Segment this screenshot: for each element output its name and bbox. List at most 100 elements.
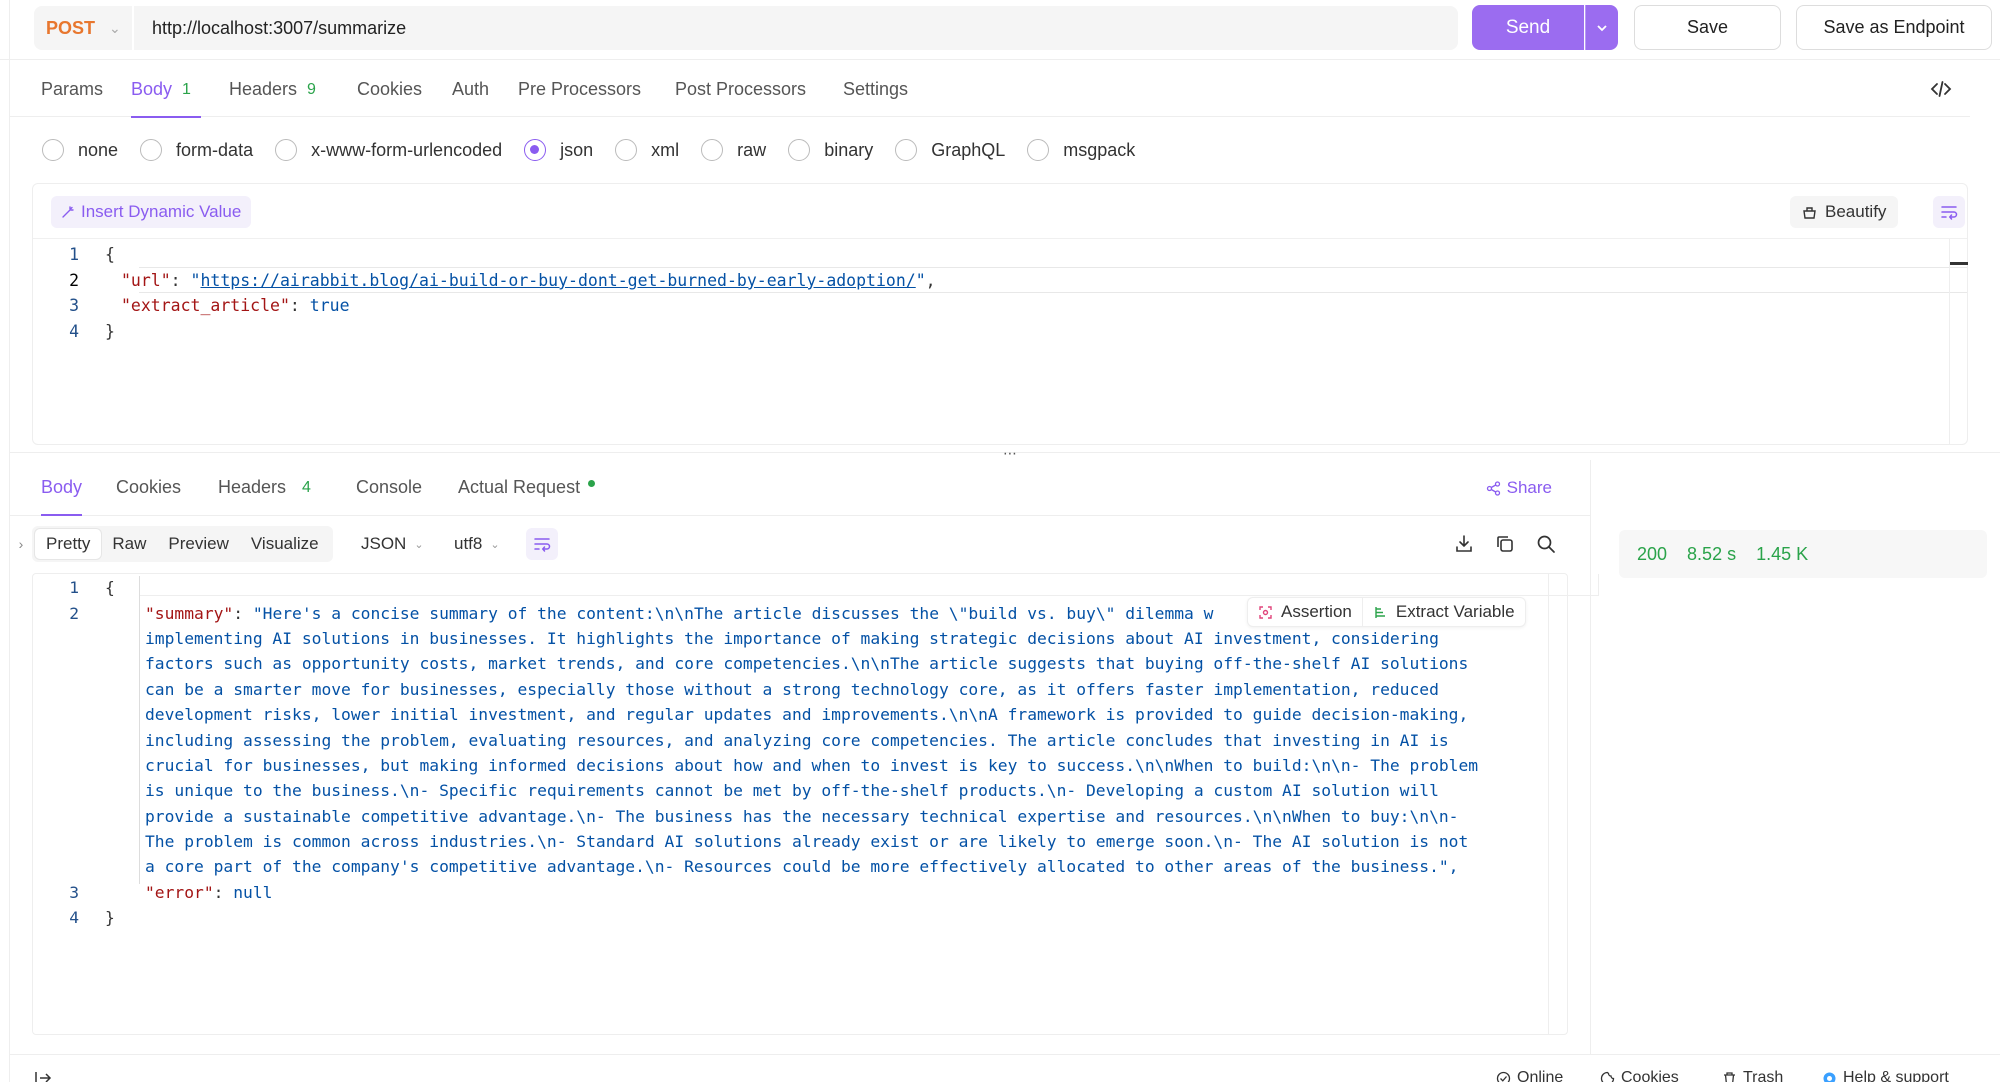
- view-visualize[interactable]: Visualize: [240, 529, 330, 559]
- code-line-wrap: The problem is common across industries.…: [33, 829, 1533, 854]
- tab-pre-processors[interactable]: Pre Processors: [518, 62, 641, 117]
- url-link[interactable]: https://airabbit.blog/ai-build-or-buy-do…: [200, 271, 915, 290]
- json-quote: ": [915, 270, 926, 290]
- radio-raw[interactable]: raw: [701, 139, 766, 161]
- copy-icon[interactable]: [1494, 533, 1516, 555]
- response-wrap-toggle[interactable]: [526, 528, 558, 560]
- tab-label: Headers: [218, 477, 287, 497]
- radio-icon: [895, 139, 918, 161]
- radio-x-www-form-urlencoded[interactable]: x-www-form-urlencoded: [275, 139, 502, 161]
- code-line-wrap: provide a sustainable competitive advant…: [33, 804, 1533, 829]
- tab-settings[interactable]: Settings: [843, 62, 908, 117]
- code-icon[interactable]: [1930, 78, 1952, 100]
- wrap-lines-icon: [534, 538, 551, 552]
- brace: }: [105, 908, 115, 928]
- expand-sidebar-icon[interactable]: [34, 1071, 52, 1082]
- url-input[interactable]: http://localhost:3007/summarize: [152, 18, 406, 39]
- online-status[interactable]: Online: [1496, 1069, 1563, 1082]
- radio-label: GraphQL: [931, 139, 1006, 160]
- tab-label: Params: [41, 79, 104, 99]
- view-mode-segmented: Pretty Raw Preview Visualize: [32, 526, 333, 562]
- radio-icon: [615, 139, 638, 161]
- assertion-button[interactable]: Assertion: [1248, 598, 1362, 626]
- code-line-wrap: crucial for businesses, but making infor…: [33, 753, 1533, 778]
- request-code[interactable]: 1{ 2 "url": " https://airabbit.blog/ai-bui…: [33, 242, 1967, 344]
- tab-headers[interactable]: Headers 9: [229, 62, 316, 117]
- cookie-icon: [1600, 1071, 1615, 1082]
- radio-icon: [275, 139, 298, 161]
- line-actions-popover: Assertion Extract Variable: [1247, 597, 1526, 627]
- tab-response-body[interactable]: Body: [41, 460, 83, 516]
- tab-cookies[interactable]: Cookies: [357, 62, 422, 117]
- tab-label: Pre Processors: [518, 79, 642, 99]
- radio-xml[interactable]: xml: [615, 139, 679, 161]
- save-as-endpoint-button[interactable]: Save as Endpoint: [1796, 5, 1992, 50]
- response-body-viewer[interactable]: 1{ 2 "summary": "Here's a concise summary…: [32, 573, 1599, 1035]
- radio-none[interactable]: none: [42, 139, 118, 161]
- encoding-select[interactable]: utf8 ⌄: [454, 526, 500, 562]
- status-code: 200: [1637, 543, 1668, 564]
- tab-count: 1: [182, 80, 191, 98]
- code-line: 4}: [33, 905, 1533, 930]
- download-icon[interactable]: [1453, 533, 1475, 555]
- search-icon[interactable]: [1535, 533, 1557, 555]
- tab-label: Headers: [229, 79, 298, 99]
- tab-params[interactable]: Params: [41, 62, 103, 117]
- word-wrap-toggle[interactable]: [1933, 196, 1965, 228]
- beautify-button[interactable]: Beautify: [1790, 196, 1899, 228]
- format-select[interactable]: JSON ⌄: [361, 526, 424, 562]
- radio-msgpack[interactable]: msgpack: [1027, 139, 1135, 161]
- response-status: 200 8.52 s 1.45 K: [1619, 530, 1987, 578]
- share-icon: [1486, 480, 1500, 496]
- radio-label: raw: [737, 139, 767, 160]
- tab-count: 9: [307, 80, 316, 98]
- tab-label: Body: [131, 79, 173, 99]
- cookies-link[interactable]: Cookies: [1600, 1069, 1679, 1082]
- extract-variable-icon: [1375, 606, 1385, 618]
- view-preview[interactable]: Preview: [157, 529, 239, 559]
- extract-variable-label: Extract Variable: [1395, 602, 1515, 621]
- radio-json[interactable]: json: [524, 139, 593, 161]
- line-number: 4: [69, 321, 79, 341]
- send-button[interactable]: Send: [1472, 5, 1584, 50]
- view-raw[interactable]: Raw: [101, 529, 157, 559]
- view-pretty[interactable]: Pretty: [35, 529, 102, 559]
- radio-icon: [140, 139, 163, 161]
- viewer-scrollbar[interactable]: [1548, 574, 1549, 1034]
- line-number: 2: [69, 603, 79, 623]
- beautify-icon: [1803, 206, 1816, 219]
- brace: {: [105, 245, 115, 265]
- beautify-label: Beautify: [1825, 202, 1887, 221]
- radio-label: xml: [651, 139, 680, 160]
- tab-actual-request[interactable]: Actual Request: [458, 460, 596, 515]
- tab-body[interactable]: Body 1: [131, 62, 201, 118]
- send-dropdown-button[interactable]: [1585, 5, 1618, 50]
- response-tabs: Body Cookies Headers 4 Console Actual Req…: [10, 460, 1590, 516]
- editor-scrollbar[interactable]: [1949, 239, 1968, 445]
- json-string: can be a smarter move for businesses, es…: [145, 679, 1439, 699]
- tab-console[interactable]: Console: [356, 460, 422, 515]
- extract-variable-button[interactable]: Extract Variable: [1361, 598, 1525, 626]
- help-support-link[interactable]: Help & support: [1822, 1069, 1949, 1082]
- radio-graphql[interactable]: GraphQL: [895, 139, 1005, 161]
- online-label: Online: [1517, 1069, 1564, 1082]
- tab-post-processors[interactable]: Post Processors: [675, 62, 806, 117]
- left-sidebar-edge: [0, 0, 10, 1082]
- method-select[interactable]: POST ⌄: [34, 6, 134, 50]
- share-button[interactable]: Share: [1486, 460, 1552, 516]
- radio-form-data[interactable]: form-data: [140, 139, 253, 161]
- tab-response-cookies[interactable]: Cookies: [116, 460, 181, 515]
- trash-link[interactable]: Trash: [1722, 1069, 1783, 1082]
- tab-response-headers[interactable]: Headers 4: [218, 460, 311, 515]
- radio-binary[interactable]: binary: [788, 139, 873, 161]
- insert-dynamic-value-button[interactable]: Insert Dynamic Value: [51, 196, 252, 228]
- tab-auth[interactable]: Auth: [452, 62, 489, 117]
- line-number: 1: [69, 578, 79, 598]
- chevron-down-icon: ⌄: [490, 538, 500, 551]
- save-button[interactable]: Save: [1634, 5, 1781, 50]
- json-string: provide a sustainable competitive advant…: [145, 806, 1459, 826]
- trash-icon: [1724, 1071, 1735, 1082]
- line-number: 4: [69, 908, 79, 928]
- chevron-right-icon[interactable]: ›: [10, 528, 32, 560]
- json-boolean: true: [309, 296, 350, 316]
